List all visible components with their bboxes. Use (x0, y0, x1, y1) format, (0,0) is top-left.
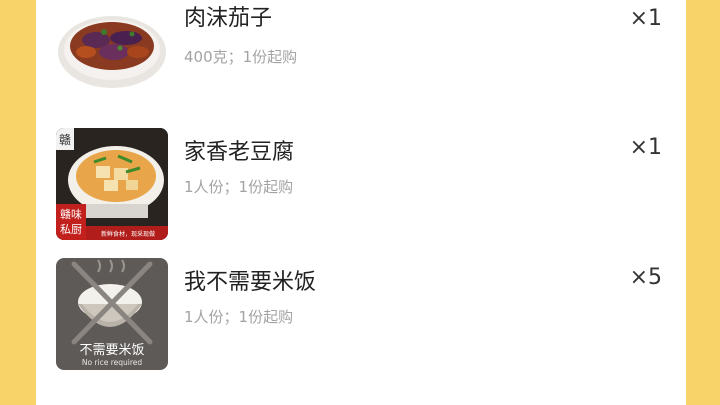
image-badge-char: 赣 (59, 133, 71, 147)
page-background: 肉沫茄子 400克；1份起购 ×1 赣 赣味 私厨 新鲜食材，现采现做 家香老豆… (0, 0, 720, 405)
item-portion: 400克；1份起购 (184, 48, 298, 66)
list-item[interactable]: 赣 赣味 私厨 新鲜食材，现采现做 家香老豆腐 1人份；1份起购 ×1 (36, 128, 686, 248)
image-caption-en: No rice required (82, 358, 143, 367)
image-caption-cn: 不需要米饭 (79, 343, 144, 358)
item-name: 肉沫茄子 (184, 6, 273, 31)
order-items-card: 肉沫茄子 400克；1份起购 ×1 赣 赣味 私厨 新鲜食材，现采现做 家香老豆… (36, 0, 686, 405)
item-quantity: ×5 (629, 265, 662, 290)
image-slogan: 新鲜食材，现采现做 (101, 230, 155, 238)
item-name: 我不需要米饭 (184, 270, 317, 295)
list-item[interactable]: 肉沫茄子 400克；1份起购 ×1 (36, 0, 686, 106)
no-rice-icon: 不需要米饭 No rice required (56, 258, 168, 370)
item-portion: 1人份；1份起购 (184, 308, 294, 326)
dish-image-eggplant (56, 0, 168, 100)
image-brand-line-2: 私厨 (60, 223, 82, 236)
list-item[interactable]: 不需要米饭 No rice required 我不需要米饭 1人份；1份起购 ×… (36, 258, 686, 378)
image-brand-line-1: 赣味 (60, 207, 82, 221)
item-quantity: ×1 (629, 6, 662, 31)
item-name: 家香老豆腐 (184, 140, 295, 165)
item-portion: 1人份；1份起购 (184, 178, 294, 196)
item-quantity: ×1 (629, 135, 662, 160)
dish-image-tofu: 赣 赣味 私厨 新鲜食材，现采现做 (56, 128, 168, 240)
